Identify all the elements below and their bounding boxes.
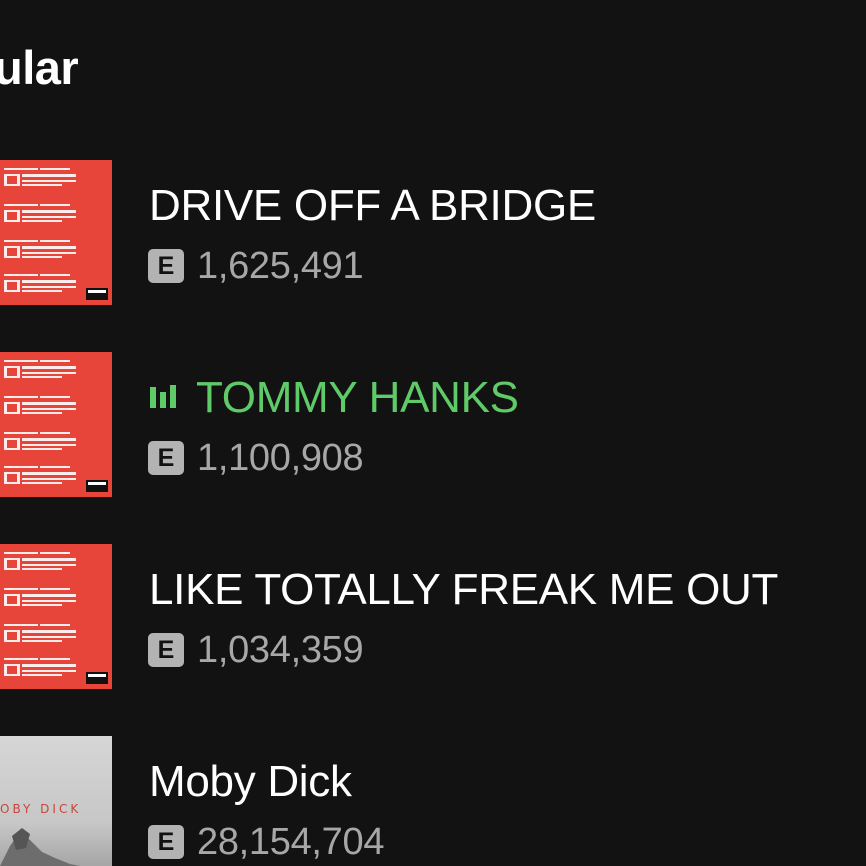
track-row[interactable]: OBY DICK Moby Dick E 28,154,704 bbox=[0, 736, 866, 866]
track-title: Moby Dick bbox=[149, 757, 352, 806]
play-count: 1,100,908 bbox=[197, 436, 364, 479]
track-title: TOMMY HANKS bbox=[196, 373, 519, 422]
track-title: DRIVE OFF A BRIDGE bbox=[149, 181, 596, 230]
explicit-badge: E bbox=[148, 249, 184, 283]
album-cover bbox=[0, 544, 112, 689]
track-row[interactable]: TOMMY HANKS E 1,100,908 bbox=[0, 352, 866, 497]
play-count: 1,034,359 bbox=[197, 628, 364, 671]
explicit-badge: E bbox=[148, 633, 184, 667]
track-row[interactable]: LIKE TOTALLY FREAK ME OUT E 1,034,359 bbox=[0, 544, 866, 689]
track-meta: E 1,100,908 bbox=[148, 436, 364, 479]
track-title: LIKE TOTALLY FREAK ME OUT bbox=[149, 565, 779, 614]
track-meta: E 1,034,359 bbox=[148, 628, 364, 671]
track-list: DRIVE OFF A BRIDGE E 1,625,491 TOMMY HAN… bbox=[0, 0, 866, 866]
track-meta: E 28,154,704 bbox=[148, 820, 385, 863]
track-row[interactable]: DRIVE OFF A BRIDGE E 1,625,491 bbox=[0, 160, 866, 305]
explicit-badge: E bbox=[148, 825, 184, 859]
track-meta: E 1,625,491 bbox=[148, 244, 364, 287]
equalizer-bars-icon bbox=[150, 385, 176, 408]
play-count: 28,154,704 bbox=[197, 820, 385, 863]
explicit-badge: E bbox=[148, 441, 184, 475]
album-cover: OBY DICK bbox=[0, 736, 112, 866]
album-cover bbox=[0, 160, 112, 305]
cover-text: OBY DICK bbox=[0, 802, 81, 816]
album-cover bbox=[0, 352, 112, 497]
play-count: 1,625,491 bbox=[197, 244, 364, 287]
